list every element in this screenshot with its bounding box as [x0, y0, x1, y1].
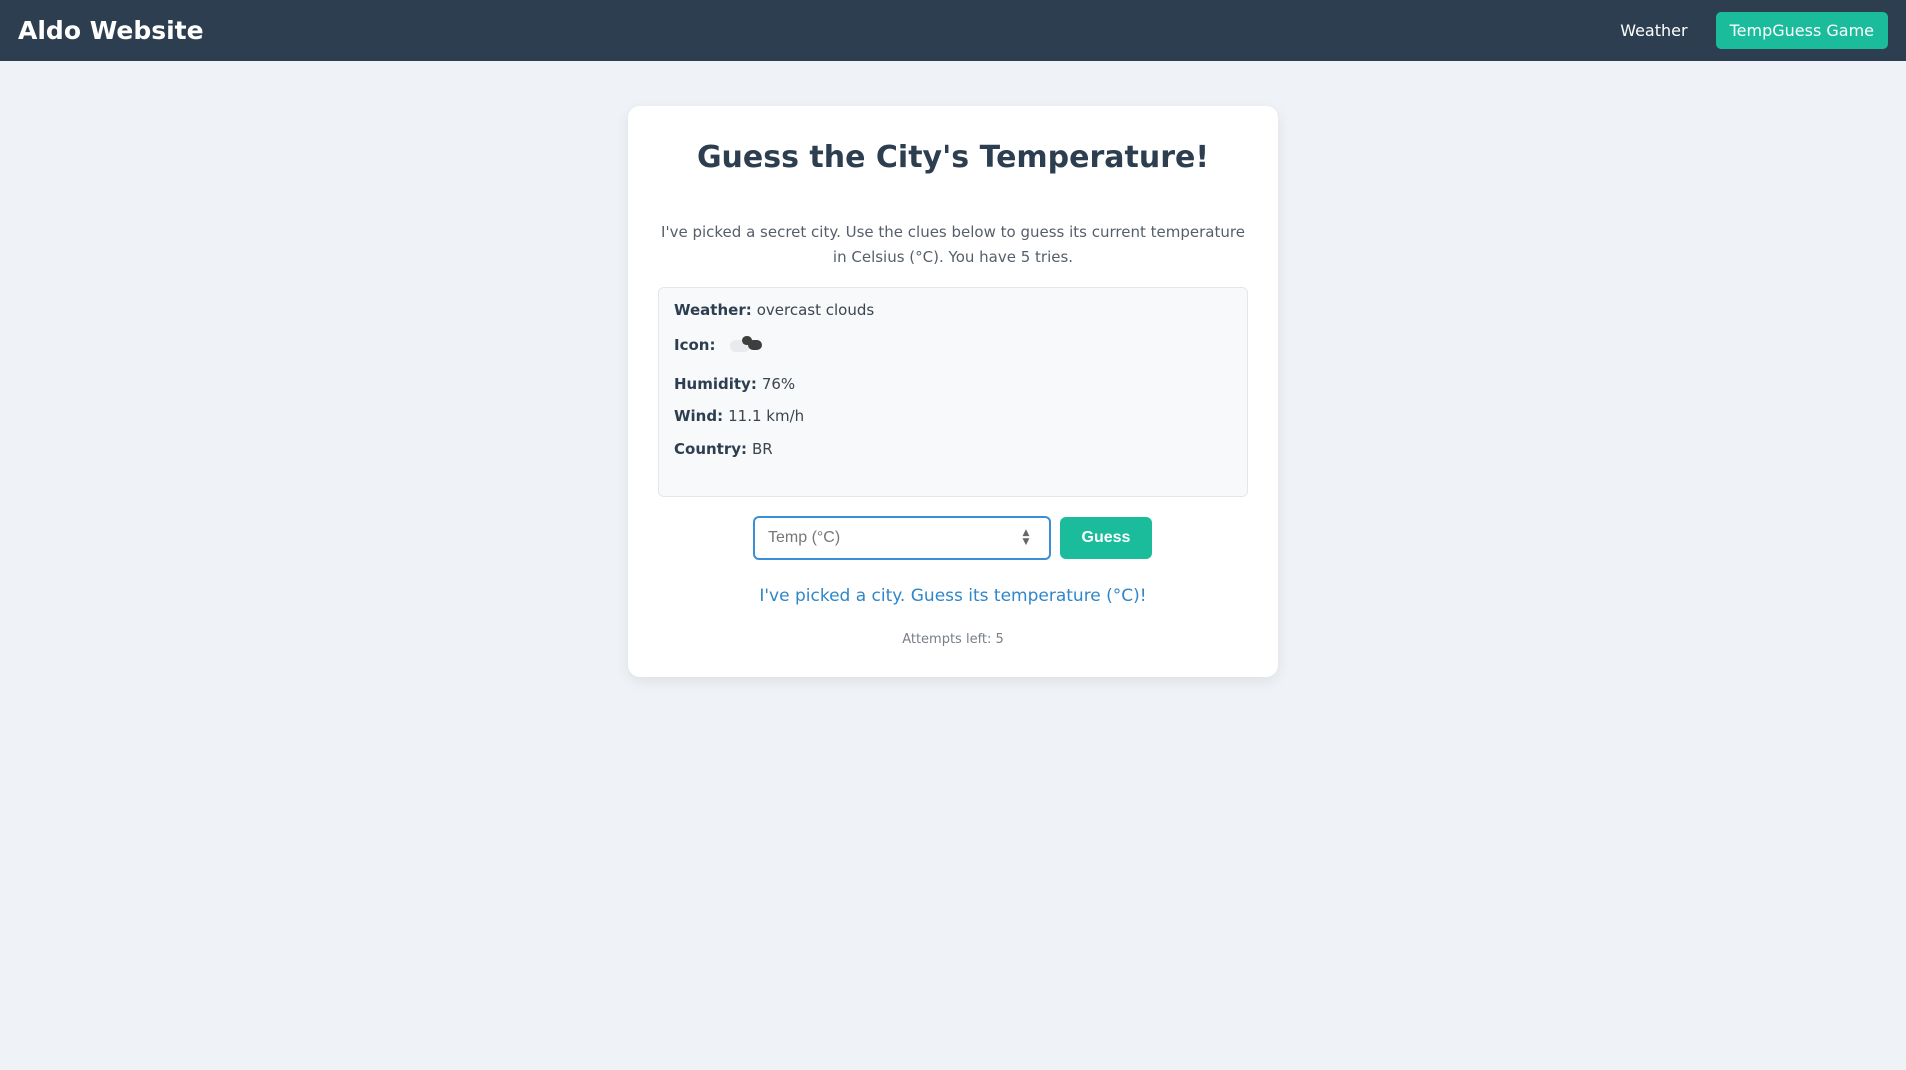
- clue-weather-value: overcast clouds: [756, 301, 875, 319]
- clue-humidity-label: Humidity:: [674, 375, 757, 393]
- overcast-clouds-icon: [728, 330, 768, 360]
- clue-country: Country: BR: [674, 440, 773, 458]
- site-brand[interactable]: Aldo Website: [18, 16, 204, 45]
- clues-panel: Weather: overcast clouds Icon: Humidity:…: [658, 287, 1248, 497]
- clue-humidity: Humidity: 76%: [674, 375, 795, 393]
- game-card: Guess the City's Temperature! I've picke…: [628, 106, 1278, 677]
- number-spinner-icon[interactable]: ▲ ▼: [1020, 529, 1032, 549]
- clue-wind-value: 11.1 km/h: [728, 407, 805, 425]
- game-intro: I've picked a secret city. Use the clues…: [661, 223, 1245, 266]
- clue-country-label: Country:: [674, 440, 748, 458]
- clue-icon: Icon:: [674, 330, 768, 360]
- attempts-left: Attempts left: 5: [902, 632, 1004, 647]
- page-title: Guess the City's Temperature!: [696, 140, 1210, 175]
- nav-link-weather[interactable]: Weather: [1606, 12, 1701, 49]
- game-message: I've picked a city. Guess its temperatur…: [759, 586, 1147, 606]
- guess-button[interactable]: Guess: [1060, 517, 1152, 559]
- clue-weather-label: Weather:: [674, 301, 752, 319]
- nav-links: Weather TempGuess Game: [1606, 12, 1888, 49]
- clue-icon-label: Icon:: [674, 336, 716, 354]
- temperature-input[interactable]: [753, 516, 1051, 560]
- clue-wind-label: Wind:: [674, 407, 724, 425]
- clue-humidity-value: 76%: [761, 375, 796, 393]
- cloud-dark-shape-2: [748, 340, 763, 350]
- nav-link-tempguess-game[interactable]: TempGuess Game: [1715, 12, 1888, 49]
- clue-wind: Wind: 11.1 km/h: [674, 407, 804, 425]
- clue-country-value: BR: [752, 440, 773, 458]
- top-navbar: Aldo Website Weather TempGuess Game: [0, 0, 1906, 61]
- clue-weather: Weather: overcast clouds: [674, 301, 874, 319]
